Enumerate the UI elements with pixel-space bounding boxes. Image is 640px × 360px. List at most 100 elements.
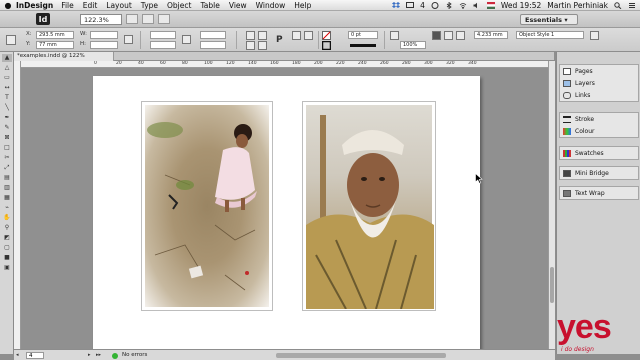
notification-list-icon[interactable]: [628, 2, 636, 9]
effects-icon[interactable]: [390, 31, 399, 40]
page-number-field[interactable]: 4: [26, 352, 44, 359]
first-page-icon[interactable]: ◂: [16, 352, 19, 358]
menu-file[interactable]: File: [61, 1, 74, 10]
stroke-swatch-icon[interactable]: [322, 41, 331, 50]
gradient-feather-tool-icon[interactable]: ▥: [2, 184, 12, 192]
scale-y-field[interactable]: [150, 41, 176, 49]
image-frame-elderly-man[interactable]: [302, 101, 436, 311]
display-icon[interactable]: [406, 1, 415, 9]
text-wrap-shape-icon[interactable]: [456, 31, 465, 40]
flag-icon[interactable]: [486, 1, 495, 9]
workspace-switcher[interactable]: Essentials ▾: [520, 13, 578, 25]
constrain-scale-icon[interactable]: [182, 35, 191, 44]
user-name[interactable]: Martin Perhiniak: [547, 1, 608, 10]
text-wrap-none-icon[interactable]: [432, 31, 441, 40]
app-menu[interactable]: InDesign: [16, 1, 53, 10]
flip-vertical-icon[interactable]: [258, 41, 267, 50]
text-wrap-bounding-icon[interactable]: [444, 31, 453, 40]
volume-icon[interactable]: [473, 2, 481, 9]
stroke-type-preview[interactable]: [350, 44, 376, 47]
type-tool-icon[interactable]: T: [2, 94, 12, 102]
pasteboard[interactable]: [21, 68, 548, 357]
gap-tool-icon[interactable]: ↔: [2, 84, 12, 92]
pen-tool-icon[interactable]: ✒: [2, 114, 12, 122]
menu-type[interactable]: Type: [141, 1, 158, 10]
panel-pages[interactable]: Pages: [560, 65, 638, 77]
width-field[interactable]: [90, 31, 118, 39]
view-options-button[interactable]: [126, 14, 138, 24]
shear-field[interactable]: [200, 41, 226, 49]
apple-icon[interactable]: ●: [0, 1, 16, 10]
gradient-tool-icon[interactable]: ▤: [2, 174, 12, 182]
height-field[interactable]: [90, 41, 118, 49]
horizontal-scroll-thumb[interactable]: [276, 353, 446, 358]
clock[interactable]: Wed 19:52: [501, 1, 541, 10]
rectangle-frame-tool-icon[interactable]: ⊠: [2, 134, 12, 142]
menu-layout[interactable]: Layout: [106, 1, 132, 10]
hand-tool-icon[interactable]: ✋: [2, 214, 12, 222]
last-page-icon[interactable]: ▸▸: [96, 352, 101, 358]
panel-colour[interactable]: Colour: [560, 125, 638, 137]
rectangle-tool-icon[interactable]: □: [2, 144, 12, 152]
vertical-ruler[interactable]: [14, 61, 21, 349]
menu-help[interactable]: Help: [294, 1, 311, 10]
panel-links[interactable]: Links: [560, 89, 638, 101]
rotate-ccw-icon[interactable]: [258, 31, 267, 40]
panel-swatches[interactable]: Swatches: [560, 147, 638, 159]
pencil-tool-icon[interactable]: ✎: [2, 124, 12, 132]
panel-layers[interactable]: Layers: [560, 77, 638, 89]
select-content-icon[interactable]: [304, 31, 313, 40]
next-page-icon[interactable]: ▸: [88, 352, 91, 358]
apply-color-icon[interactable]: ■: [2, 254, 12, 262]
flip-horizontal-icon[interactable]: [246, 41, 255, 50]
panel-menu-icon[interactable]: [590, 31, 599, 40]
line-tool-icon[interactable]: ╲: [2, 104, 12, 112]
free-transform-tool-icon[interactable]: ⤢: [2, 164, 12, 172]
panel-mini-bridge[interactable]: Mini Bridge: [560, 167, 638, 179]
rotate-cw-icon[interactable]: [246, 31, 255, 40]
stroke-measure-field[interactable]: 4.233 mm: [474, 31, 508, 39]
rotation-field[interactable]: [200, 31, 226, 39]
zoom-tool-icon[interactable]: ⚲: [2, 224, 12, 232]
menu-view[interactable]: View: [229, 1, 247, 10]
fill-swatch-icon[interactable]: [322, 31, 331, 40]
reference-point-icon[interactable]: [6, 35, 16, 45]
menu-object[interactable]: Object: [167, 1, 191, 10]
panel-text-wrap[interactable]: Text Wrap: [560, 187, 638, 199]
bluetooth-icon[interactable]: [445, 1, 453, 9]
x-position-field[interactable]: 293.5 mm: [36, 31, 74, 39]
screen-mode-button[interactable]: [142, 14, 154, 24]
selection-tool-icon[interactable]: ▲: [2, 54, 12, 62]
eyedropper-tool-icon[interactable]: ⌁: [2, 204, 12, 212]
select-container-icon[interactable]: [292, 31, 301, 40]
panel-stroke[interactable]: Stroke: [560, 113, 638, 125]
page-tool-icon[interactable]: ▭: [2, 74, 12, 82]
document-tab[interactable]: *examples.indd @ 122%: [14, 52, 114, 61]
horizontal-ruler[interactable]: 0 20 40 60 80 100 120 140 160 180 200 22…: [21, 61, 554, 68]
arrange-documents-button[interactable]: [158, 14, 170, 24]
menu-edit[interactable]: Edit: [83, 1, 98, 10]
scissors-tool-icon[interactable]: ✂: [2, 154, 12, 162]
wifi-icon[interactable]: [459, 2, 467, 9]
fill-stroke-swatch-icon[interactable]: ◩: [2, 234, 12, 242]
object-style-select[interactable]: Object Style 1: [516, 31, 584, 39]
dropbox-icon[interactable]: [392, 1, 401, 9]
direct-selection-tool-icon[interactable]: △: [2, 64, 12, 72]
formatting-affects-container-icon[interactable]: ▢: [2, 244, 12, 252]
scale-x-field[interactable]: [150, 31, 176, 39]
vertical-scrollbar[interactable]: [548, 61, 555, 349]
stroke-weight-field[interactable]: 0 pt: [348, 31, 378, 39]
opacity-field[interactable]: 100%: [400, 41, 426, 49]
menu-table[interactable]: Table: [200, 1, 219, 10]
y-position-field[interactable]: 77 mm: [36, 41, 74, 49]
menu-window[interactable]: Window: [256, 1, 286, 10]
search-icon[interactable]: [614, 1, 622, 9]
zoom-level-field[interactable]: 122.3%: [80, 13, 122, 25]
image-frame-girl[interactable]: [141, 101, 273, 311]
document-page[interactable]: [93, 76, 480, 357]
vertical-scroll-thumb[interactable]: [550, 267, 554, 303]
time-machine-icon[interactable]: [431, 1, 439, 9]
constrain-proportions-icon[interactable]: [124, 35, 133, 44]
screen-mode-icon[interactable]: ▣: [2, 264, 12, 272]
note-tool-icon[interactable]: ▦: [2, 194, 12, 202]
